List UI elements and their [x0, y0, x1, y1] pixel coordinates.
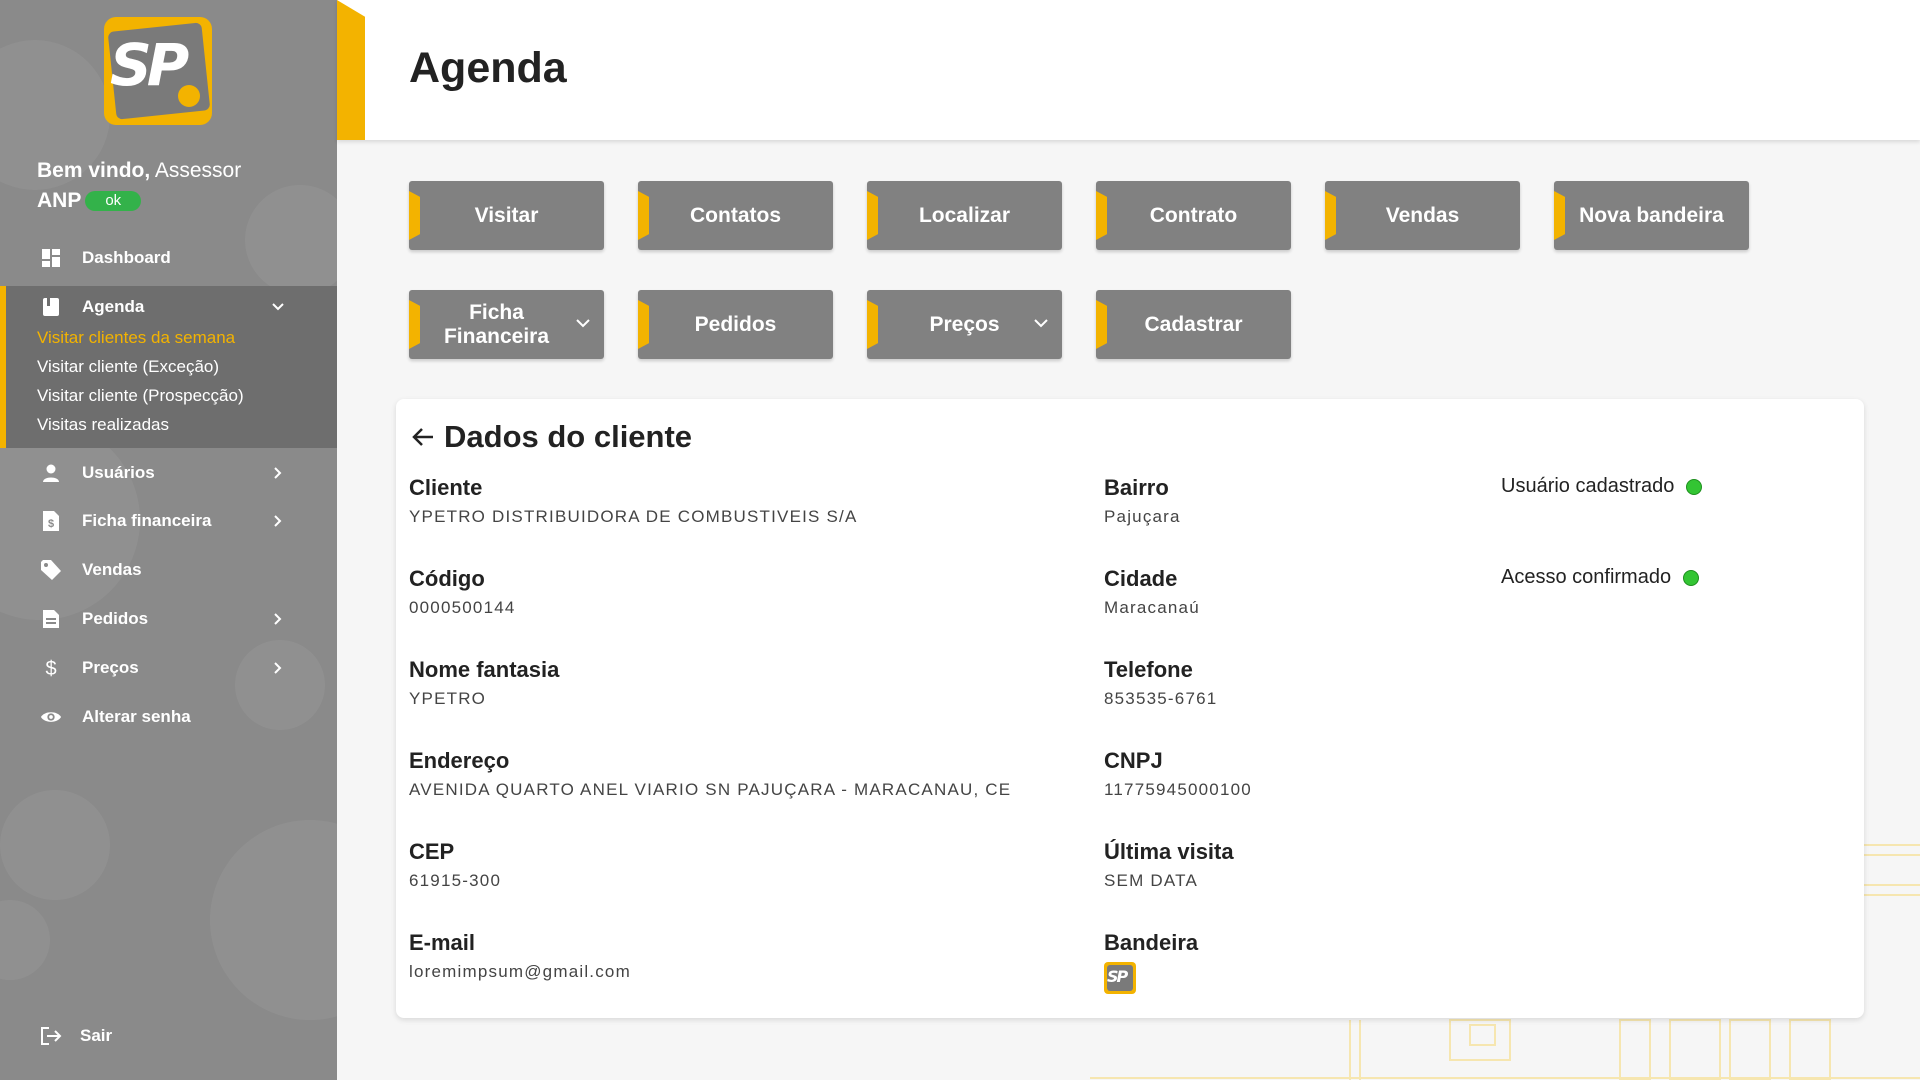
pedidos-button[interactable]: Pedidos: [638, 290, 833, 359]
sidebar-subitem-visitas-realizadas[interactable]: Visitas realizadas: [37, 415, 169, 435]
app-logo[interactable]: SP: [104, 17, 212, 125]
sidebar-subitem-visitar-excecao[interactable]: Visitar cliente (Exceção): [37, 357, 219, 377]
precos-dropdown[interactable]: Preços: [867, 290, 1062, 359]
decor-bubble: [210, 820, 337, 1020]
nova-bandeira-button[interactable]: Nova bandeira: [1554, 181, 1749, 250]
chevron-right-icon: [268, 609, 288, 629]
eye-icon: [40, 706, 62, 728]
logout-button[interactable]: Sair: [0, 1016, 337, 1056]
cadastrar-button[interactable]: Cadastrar: [1096, 290, 1291, 359]
vendas-button[interactable]: Vendas: [1325, 181, 1520, 250]
localizar-button[interactable]: Localizar: [867, 181, 1062, 250]
logout-icon: [40, 1025, 62, 1047]
status-indicator-icon: [1683, 569, 1700, 586]
field-bandeira: Bandeira SP: [1104, 930, 1198, 994]
sidebar-item-label: Dashboard: [82, 248, 171, 267]
book-icon: [40, 296, 62, 318]
sidebar-item-precos[interactable]: $ Preços: [0, 648, 337, 688]
header-accent: [337, 0, 365, 140]
svg-text:$: $: [48, 518, 54, 530]
invoice-icon: $: [40, 510, 62, 532]
chevron-down-icon: [268, 297, 288, 317]
sidebar-item-label: Usuários: [82, 463, 155, 482]
person-icon: [40, 462, 62, 484]
field-cliente: Cliente YPETRO DISTRIBUIDORA DE COMBUSTI…: [409, 475, 858, 526]
chevron-right-icon: [268, 511, 288, 531]
field-telefone: Telefone 853535-6761: [1104, 657, 1218, 708]
sidebar-item-ficha-financeira[interactable]: $ Ficha financeira: [0, 501, 337, 541]
sidebar-item-dashboard[interactable]: Dashboard: [0, 238, 337, 278]
sidebar-item-label: Pedidos: [82, 609, 149, 628]
document-icon: [40, 608, 62, 630]
contatos-button[interactable]: Contatos: [638, 181, 833, 250]
sidebar-item-label: Ficha financeira: [82, 511, 212, 530]
sidebar-item-label: Preços: [82, 658, 139, 677]
client-details-card: Dados do cliente Cliente YPETRO DISTRIBU…: [396, 399, 1864, 1018]
page-header: Agenda: [337, 0, 1920, 140]
sidebar-item-label: Agenda: [82, 297, 145, 316]
page-title: Agenda: [409, 44, 567, 92]
card-title: Dados do cliente: [410, 419, 692, 455]
welcome-text: Bem vindo, Assessor ANP ok: [37, 159, 242, 212]
tag-icon: [40, 559, 62, 581]
logout-label: Sair: [80, 1026, 113, 1045]
back-arrow-icon[interactable]: [410, 424, 436, 450]
sidebar-item-label: Vendas: [82, 560, 142, 579]
decor-bubble: [0, 790, 110, 900]
decor-bubble: [0, 900, 50, 980]
field-nome-fantasia: Nome fantasia YPETRO: [409, 657, 560, 708]
sidebar-subitem-visitar-semana[interactable]: Visitar clientes da semana: [37, 328, 235, 348]
field-cidade: Cidade Maracanaú: [1104, 566, 1200, 617]
sidebar-item-vendas[interactable]: Vendas: [0, 550, 337, 590]
field-codigo: Código 0000500144: [409, 566, 516, 617]
sidebar-item-usuarios[interactable]: Usuários: [0, 453, 337, 493]
sidebar-item-label: Alterar senha: [82, 707, 191, 726]
sidebar: SP Bem vindo, Assessor ANP ok Dashboard A…: [0, 0, 337, 1080]
chevron-down-icon: [1034, 319, 1048, 328]
status-acesso-confirmado: Acesso confirmado: [1501, 566, 1700, 589]
sidebar-item-agenda[interactable]: Agenda: [0, 287, 337, 327]
field-ultima-visita: Última visita SEM DATA: [1104, 839, 1234, 890]
sidebar-item-pedidos[interactable]: Pedidos: [0, 599, 337, 639]
field-email: E-mail loremimpsum@gmail.com: [409, 930, 631, 981]
chevron-right-icon: [268, 463, 288, 483]
field-cnpj: CNPJ 11775945000100: [1104, 748, 1252, 799]
contrato-button[interactable]: Contrato: [1096, 181, 1291, 250]
chevron-right-icon: [268, 658, 288, 678]
visitar-button[interactable]: Visitar: [409, 181, 604, 250]
field-endereco: Endereço AVENIDA QUARTO ANEL VIARIO SN P…: [409, 748, 1012, 799]
bandeira-logo: SP: [1104, 962, 1136, 994]
sidebar-subitem-visitar-prospeccao[interactable]: Visitar cliente (Prospecção): [37, 386, 244, 406]
field-bairro: Bairro Pajuçara: [1104, 475, 1181, 526]
status-usuario-cadastrado: Usuário cadastrado: [1501, 475, 1703, 498]
field-cep: CEP 61915-300: [409, 839, 502, 890]
chevron-down-icon: [576, 319, 590, 328]
svg-text:$: $: [45, 658, 56, 679]
sidebar-item-alterar-senha[interactable]: Alterar senha: [0, 697, 337, 737]
ficha-financeira-dropdown[interactable]: Ficha Financeira: [409, 290, 604, 359]
status-indicator-icon: [1686, 478, 1703, 495]
dollar-icon: $: [40, 657, 62, 679]
dashboard-icon: [40, 247, 62, 269]
status-badge: ok: [85, 191, 142, 211]
